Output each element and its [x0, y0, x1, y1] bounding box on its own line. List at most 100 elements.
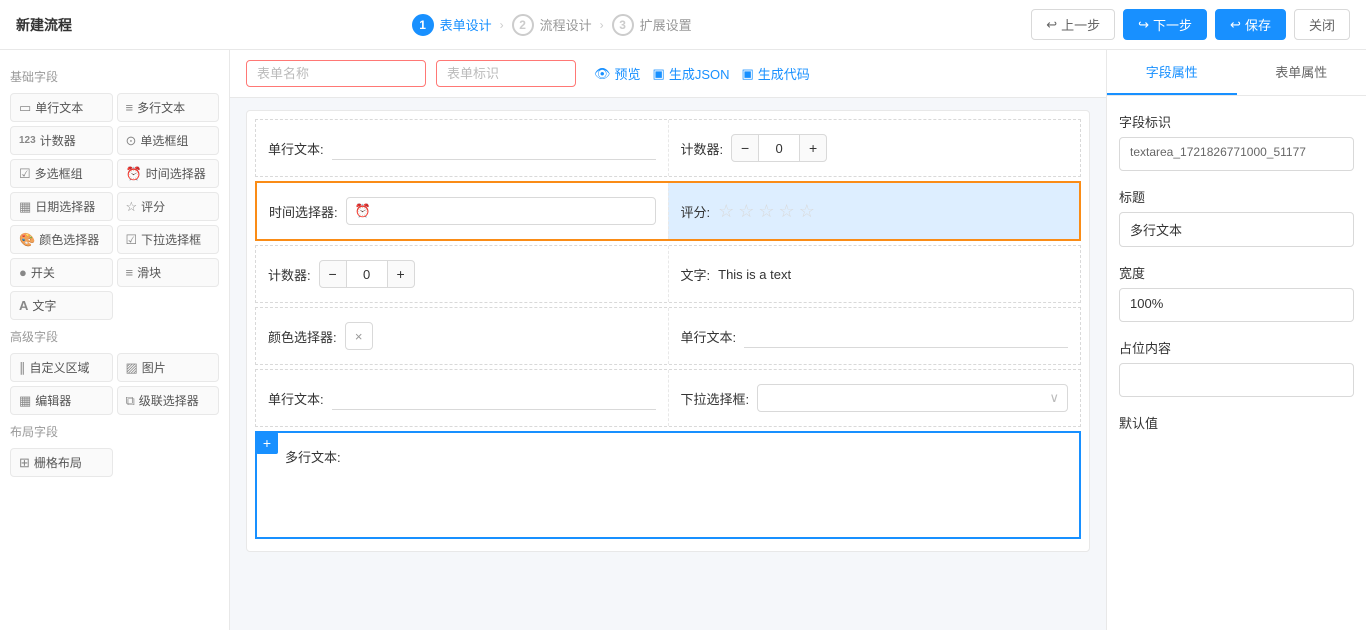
sidebar-item-timepicker[interactable]: ⏰ 时间选择器 [117, 159, 220, 188]
header-buttons: ↩ 上一步 ↪ 下一步 ↩ 保存 关闭 [1031, 9, 1350, 40]
colorpicker-field-label: 颜色选择器: [268, 327, 337, 346]
form-cell-colorpicker[interactable]: 颜色选择器: × [256, 308, 668, 364]
title-value[interactable]: 多行文本 [1119, 212, 1354, 247]
step-1[interactable]: 1 表单设计 [412, 14, 492, 36]
sidebar-item-multi-text[interactable]: ≡ 多行文本 [117, 93, 220, 122]
single-text-field-label-3: 单行文本: [268, 389, 324, 408]
counter-icon: 123 [19, 135, 36, 146]
form-cell-timepicker[interactable]: 时间选择器: ⏰ [257, 183, 668, 239]
field-id-value: textarea_1721826771000_51177 [1119, 137, 1354, 171]
sidebar-item-counter[interactable]: 123 计数器 [10, 126, 113, 155]
sidebar-item-rating[interactable]: ☆ 评分 [117, 192, 220, 221]
timepicker-field-input[interactable]: ⏰ [346, 197, 656, 225]
step-1-label: 表单设计 [440, 15, 492, 34]
single-text-field-input-3[interactable] [332, 386, 656, 410]
sidebar-item-grid[interactable]: ⊞ 栅格布局 [10, 448, 113, 477]
single-text-field-input-2[interactable] [744, 324, 1068, 348]
single-text-icon: ▭ [19, 100, 31, 116]
next-label: 下一步 [1153, 15, 1192, 34]
step-2-num: 2 [512, 14, 534, 36]
timepicker-field-label: 时间选择器: [269, 202, 338, 221]
counter-plus-2[interactable]: + [387, 260, 415, 288]
form-row-multitext: + 多行文本: [255, 431, 1081, 539]
rating-icon: ☆ [126, 199, 138, 215]
form-mark-input[interactable] [436, 60, 576, 87]
title-section: 标题 多行文本 [1119, 187, 1354, 247]
text-field-value: This is a text [718, 267, 791, 282]
step-arrow-2: › [600, 18, 604, 32]
custom-label: 自定义区域 [30, 359, 90, 376]
prev-button[interactable]: ↩ 上一步 [1031, 9, 1115, 40]
gen-code-btn[interactable]: ▣ 生成代码 [742, 64, 810, 83]
single-text-field-label-2: 单行文本: [681, 327, 737, 346]
form-row-1: 单行文本: 计数器: − 0 + [255, 119, 1081, 177]
save-icon: ↩ [1230, 17, 1241, 33]
gen-json-btn[interactable]: ▣ 生成JSON [653, 64, 730, 83]
dropdown-field-select[interactable]: ∨ [757, 384, 1068, 412]
save-button[interactable]: ↩ 保存 [1215, 9, 1286, 40]
sidebar-item-radio[interactable]: ⊙ 单选框组 [117, 126, 220, 155]
sidebar-item-slider[interactable]: ≡ 滑块 [117, 258, 220, 287]
single-text-field-label: 单行文本: [268, 139, 324, 158]
code-icon: ▣ [742, 66, 754, 82]
sidebar-item-checkbox[interactable]: ☑ 多选框组 [10, 159, 113, 188]
form-cell-single-text-3[interactable]: 单行文本: [256, 370, 668, 426]
next-icon: ↪ [1138, 17, 1149, 33]
placeholder-value[interactable] [1119, 363, 1354, 397]
gen-code-label: 生成代码 [758, 64, 810, 83]
sidebar-item-datepicker[interactable]: ▦ 日期选择器 [10, 192, 113, 221]
sidebar-item-switch[interactable]: ● 开关 [10, 258, 113, 287]
form-cell-multitext[interactable]: 多行文本: [257, 433, 1079, 537]
tab-field-properties[interactable]: 字段属性 [1107, 50, 1237, 95]
preview-btn[interactable]: 👁 预览 [594, 64, 641, 83]
tab-form-label: 表单属性 [1275, 65, 1327, 80]
form-cell-single-text-2[interactable]: 单行文本: [668, 308, 1081, 364]
form-cell-counter-2[interactable]: 计数器: − 0 + [256, 246, 668, 302]
counter-minus-2[interactable]: − [319, 260, 347, 288]
form-name-input[interactable] [246, 60, 426, 87]
sidebar-item-image[interactable]: ▨ 图片 [117, 353, 220, 382]
sidebar-item-custom[interactable]: ∥ 自定义区域 [10, 353, 113, 382]
prev-icon: ↩ [1046, 17, 1057, 33]
custom-icon: ∥ [19, 360, 26, 376]
counter-plus-1[interactable]: + [799, 134, 827, 162]
header-steps: 1 表单设计 › 2 流程设计 › 3 扩展设置 [412, 14, 692, 36]
timepicker-label: 时间选择器 [146, 165, 206, 182]
multi-text-icon: ≡ [126, 100, 134, 115]
colorpicker-field-input[interactable]: × [345, 322, 373, 350]
sidebar-item-colorpicker[interactable]: 🎨 颜色选择器 [10, 225, 113, 254]
counter-minus-1[interactable]: − [731, 134, 759, 162]
star-1[interactable]: ☆ [718, 201, 734, 222]
rating-stars[interactable]: ☆ ☆ ☆ ☆ ☆ [718, 201, 815, 222]
star-5[interactable]: ☆ [799, 201, 815, 222]
form-cell-rating[interactable]: 评分: ☆ ☆ ☆ ☆ ☆ [668, 183, 1080, 239]
width-label: 宽度 [1119, 263, 1354, 282]
form-row-5: 单行文本: 下拉选择框: ∨ [255, 369, 1081, 427]
single-text-field-input[interactable] [332, 136, 656, 160]
step-3[interactable]: 3 扩展设置 [612, 14, 692, 36]
advanced-section-title: 高级字段 [10, 328, 219, 345]
form-cell-counter-1[interactable]: 计数器: − 0 + [668, 120, 1081, 176]
sidebar-item-dropdown[interactable]: ☑ 下拉选择框 [117, 225, 220, 254]
star-3[interactable]: ☆ [758, 201, 774, 222]
step-2[interactable]: 2 流程设计 [512, 14, 592, 36]
multitext-field-input[interactable] [349, 447, 1067, 527]
sidebar-item-single-text[interactable]: ▭ 单行文本 [10, 93, 113, 122]
next-button[interactable]: ↪ 下一步 [1123, 9, 1207, 40]
sidebar-item-editor[interactable]: ▦ 编辑器 [10, 386, 113, 415]
form-toolbar: 👁 预览 ▣ 生成JSON ▣ 生成代码 [230, 50, 1106, 98]
star-4[interactable]: ☆ [779, 201, 795, 222]
sidebar-item-text[interactable]: A 文字 [10, 291, 113, 320]
sidebar-item-cascade[interactable]: ⧉ 级联选择器 [117, 386, 220, 415]
form-cell-single-text-1[interactable]: 单行文本: [256, 120, 668, 176]
add-field-button[interactable]: + [256, 432, 278, 454]
form-cell-dropdown[interactable]: 下拉选择框: ∨ [668, 370, 1081, 426]
editor-icon: ▦ [19, 393, 31, 409]
star-2[interactable]: ☆ [738, 201, 754, 222]
cascade-icon: ⧉ [126, 393, 135, 409]
close-button[interactable]: 关闭 [1294, 9, 1350, 40]
header-title: 新建流程 [16, 15, 72, 35]
timepicker-icon: ⏰ [126, 166, 142, 182]
width-value[interactable]: 100% [1119, 288, 1354, 322]
tab-form-properties[interactable]: 表单属性 [1237, 50, 1366, 95]
